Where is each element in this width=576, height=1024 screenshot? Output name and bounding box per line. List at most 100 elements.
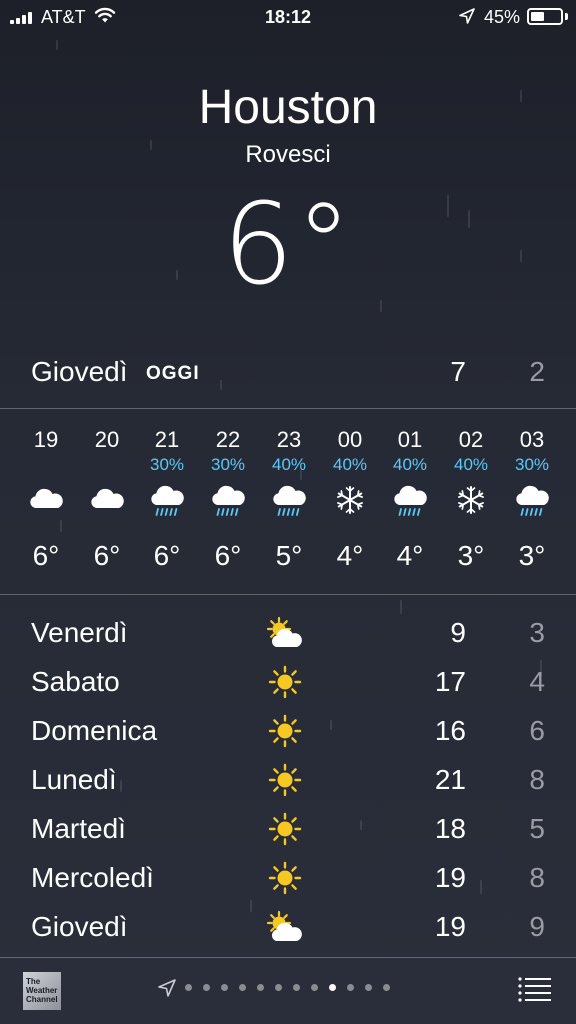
page-dot[interactable] [203, 984, 210, 991]
hourly-precip-chance: 30% [210, 455, 246, 474]
rain-cloud-icon [272, 482, 306, 518]
hourly-precip-chance: 40% [392, 455, 428, 474]
page-indicator[interactable] [185, 984, 390, 991]
battery-percentage: 45% [484, 7, 521, 27]
hourly-temp: 3° [457, 540, 485, 571]
sun-icon [264, 858, 306, 898]
hourly-temp: 3° [518, 540, 546, 571]
today-high-temp: 7 [450, 356, 466, 387]
hourly-precip-chance: 40% [271, 455, 307, 474]
hourly-item: 03 30% 3° [502, 409, 562, 594]
hourly-item: 23 40% 5° [259, 409, 319, 594]
daily-high-temp: 19 [434, 862, 466, 893]
daily-day-name: Domenica [31, 715, 158, 746]
sun-icon [264, 809, 306, 849]
daily-day-name: Giovedì [31, 911, 128, 942]
divider [0, 594, 576, 595]
sun-icon [264, 711, 306, 751]
daily-high-temp: 9 [450, 617, 466, 648]
daily-forecast-row: Venerdì 9 3 [0, 609, 576, 658]
hourly-precip-chance: 30% [514, 455, 550, 474]
daily-high-temp: 16 [434, 715, 466, 746]
hourly-item: 02 40% 3° [441, 409, 501, 594]
daily-day-name: Lunedì [31, 764, 117, 795]
page-dot[interactable] [239, 984, 246, 991]
battery-icon [527, 8, 563, 25]
daily-day-name: Mercoledì [31, 862, 154, 893]
daily-low-temp: 8 [529, 764, 545, 795]
city-name: Houston [198, 81, 378, 134]
hourly-hour: 22 [215, 427, 241, 452]
partly-cloudy-icon [264, 907, 306, 947]
today-day-name: Giovedì [31, 356, 128, 387]
current-condition: Rovesci [245, 141, 331, 168]
daily-forecast-row: Mercoledì 19 8 [0, 854, 576, 903]
hourly-temp: 6° [32, 540, 60, 571]
daily-day-name: Martedì [31, 813, 126, 844]
battery-level [531, 12, 544, 21]
rain-cloud-icon [515, 482, 549, 518]
hourly-hour: 20 [94, 427, 120, 452]
daily-day-name: Venerdì [31, 617, 128, 648]
daily-low-temp: 5 [529, 813, 545, 844]
weather-channel-logo-text: The Weather Channel [26, 977, 58, 1004]
daily-high-temp: 18 [434, 813, 466, 844]
page-dot[interactable] [257, 984, 264, 991]
cloud-icon [29, 482, 63, 518]
hourly-hour: 19 [33, 427, 59, 452]
hourly-temp: 4° [396, 540, 424, 571]
battery-tip [565, 13, 568, 20]
hourly-forecast[interactable]: 19 6° 20 6° 21 30% 6° 22 30% 6° 23 40% 5° 00 40% 4° 01 40… [0, 409, 576, 594]
page-dot[interactable] [311, 984, 318, 991]
page-dot[interactable] [365, 984, 372, 991]
snowflake-icon [333, 482, 367, 518]
today-summary-row: Giovedì OGGI 7 2 [0, 352, 576, 392]
hourly-temp: 6° [214, 540, 242, 571]
hourly-temp: 5° [275, 540, 303, 571]
page-dot-active[interactable] [329, 984, 336, 991]
rain-cloud-icon [150, 482, 184, 518]
hourly-item: 00 40% 4° [320, 409, 380, 594]
daily-forecast-row: Domenica 16 6 [0, 707, 576, 756]
page-dot[interactable] [221, 984, 228, 991]
city-list-icon[interactable] [516, 975, 552, 1003]
hourly-item: 01 40% 4° [380, 409, 440, 594]
daily-low-temp: 9 [529, 911, 545, 942]
daily-forecast-row: Martedì 18 5 [0, 805, 576, 854]
daily-low-temp: 6 [529, 715, 545, 746]
sun-icon [264, 662, 306, 702]
hourly-item: 21 30% 6° [137, 409, 197, 594]
status-bar: AT&T 18:12 45% [0, 0, 576, 34]
daily-day-name: Sabato [31, 666, 120, 697]
hourly-hour: 02 [458, 427, 484, 452]
daily-low-temp: 8 [529, 862, 545, 893]
daily-forecast-row: Giovedì 19 9 [0, 903, 576, 952]
page-dot[interactable] [275, 984, 282, 991]
hourly-item: 22 30% 6° [198, 409, 258, 594]
hourly-temp: 4° [336, 540, 364, 571]
hourly-temp: 6° [93, 540, 121, 571]
weather-channel-logo[interactable]: The Weather Channel [23, 972, 61, 1010]
daily-low-temp: 4 [529, 666, 545, 697]
today-tag: OGGI [146, 363, 200, 384]
cloud-icon [90, 482, 124, 518]
daily-high-temp: 19 [434, 911, 466, 942]
bottom-toolbar: The Weather Channel [0, 957, 576, 1024]
snowflake-icon [454, 482, 488, 518]
hourly-temp: 6° [153, 540, 181, 571]
sun-icon [264, 760, 306, 800]
daily-high-temp: 17 [434, 666, 466, 697]
page-dot[interactable] [347, 984, 354, 991]
today-low-temp: 2 [529, 356, 545, 387]
daily-forecast-row: Lunedì 21 8 [0, 756, 576, 805]
daily-low-temp: 3 [529, 617, 545, 648]
page-dot[interactable] [383, 984, 390, 991]
partly-cloudy-icon [264, 613, 306, 653]
hourly-item: 19 6° [16, 409, 76, 594]
hourly-hour: 03 [519, 427, 545, 452]
hourly-hour: 01 [397, 427, 423, 452]
page-dot[interactable] [185, 984, 192, 991]
current-temperature: 6° [0, 180, 576, 310]
page-dot[interactable] [293, 984, 300, 991]
hourly-precip-chance: 40% [332, 455, 368, 474]
